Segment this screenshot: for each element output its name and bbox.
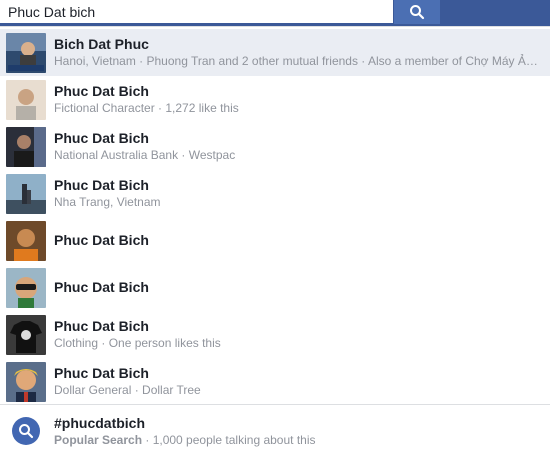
result-name: Bich Dat Phuc bbox=[54, 36, 149, 52]
search-result[interactable]: Phuc Dat Bich Dollar General · Dollar Tr… bbox=[0, 358, 550, 405]
profile-photo bbox=[6, 174, 46, 214]
result-name: Phuc Dat Bich bbox=[54, 232, 149, 248]
result-name: Phuc Dat Bich bbox=[54, 177, 149, 193]
popular-search-details: Popular Search · 1,000 people talking ab… bbox=[54, 432, 544, 448]
result-name: Phuc Dat Bich bbox=[54, 83, 149, 99]
popular-search-count: · 1,000 people talking about this bbox=[142, 432, 316, 447]
divider bbox=[0, 404, 550, 405]
search-result[interactable]: Bich Dat Phuc Hanoi, Vietnam · Phuong Tr… bbox=[0, 29, 550, 76]
popular-search-label: Popular Search bbox=[54, 432, 143, 447]
result-details: Fictional Character · 1,272 like this bbox=[54, 101, 239, 115]
result-name: Phuc Dat Bich bbox=[54, 318, 149, 334]
search-button[interactable] bbox=[394, 0, 440, 24]
result-name: Phuc Dat Bich bbox=[54, 365, 149, 381]
search-result[interactable]: Phuc Dat Bich Clothing · One person like… bbox=[0, 311, 550, 358]
result-details: National Australia Bank · Westpac bbox=[54, 148, 236, 162]
result-name: Phuc Dat Bich bbox=[54, 279, 149, 295]
search-icon bbox=[410, 5, 425, 20]
profile-photo bbox=[6, 362, 46, 402]
profile-photo bbox=[6, 221, 46, 261]
search-input[interactable] bbox=[0, 0, 394, 24]
result-name: Phuc Dat Bich bbox=[54, 130, 149, 146]
result-details: Hanoi, Vietnam · Phuong Tran and 2 other… bbox=[54, 54, 544, 68]
hashtag-label: #phucdatbich bbox=[54, 414, 146, 431]
search-result[interactable]: Phuc Dat Bich bbox=[0, 217, 550, 264]
search-icon bbox=[12, 417, 40, 445]
search-result[interactable]: Phuc Dat Bich Nha Trang, Vietnam bbox=[0, 170, 550, 217]
profile-photo bbox=[6, 33, 46, 73]
result-details: Nha Trang, Vietnam bbox=[54, 195, 161, 209]
search-results-dropdown: Bich Dat Phuc Hanoi, Vietnam · Phuong Tr… bbox=[0, 26, 550, 456]
profile-photo bbox=[6, 80, 46, 120]
profile-photo bbox=[6, 268, 46, 308]
search-result[interactable]: Phuc Dat Bich National Australia Bank · … bbox=[0, 123, 550, 170]
search-result[interactable]: Phuc Dat Bich Fictional Character · 1,27… bbox=[0, 76, 550, 123]
result-details: Dollar General · Dollar Tree bbox=[54, 383, 201, 397]
result-details: Clothing · One person likes this bbox=[54, 336, 221, 350]
profile-photo bbox=[6, 127, 46, 167]
popular-search-item[interactable]: #phucdatbich Popular Search · 1,000 peop… bbox=[0, 407, 550, 455]
search-result[interactable]: Phuc Dat Bich bbox=[0, 264, 550, 311]
profile-photo bbox=[6, 315, 46, 355]
